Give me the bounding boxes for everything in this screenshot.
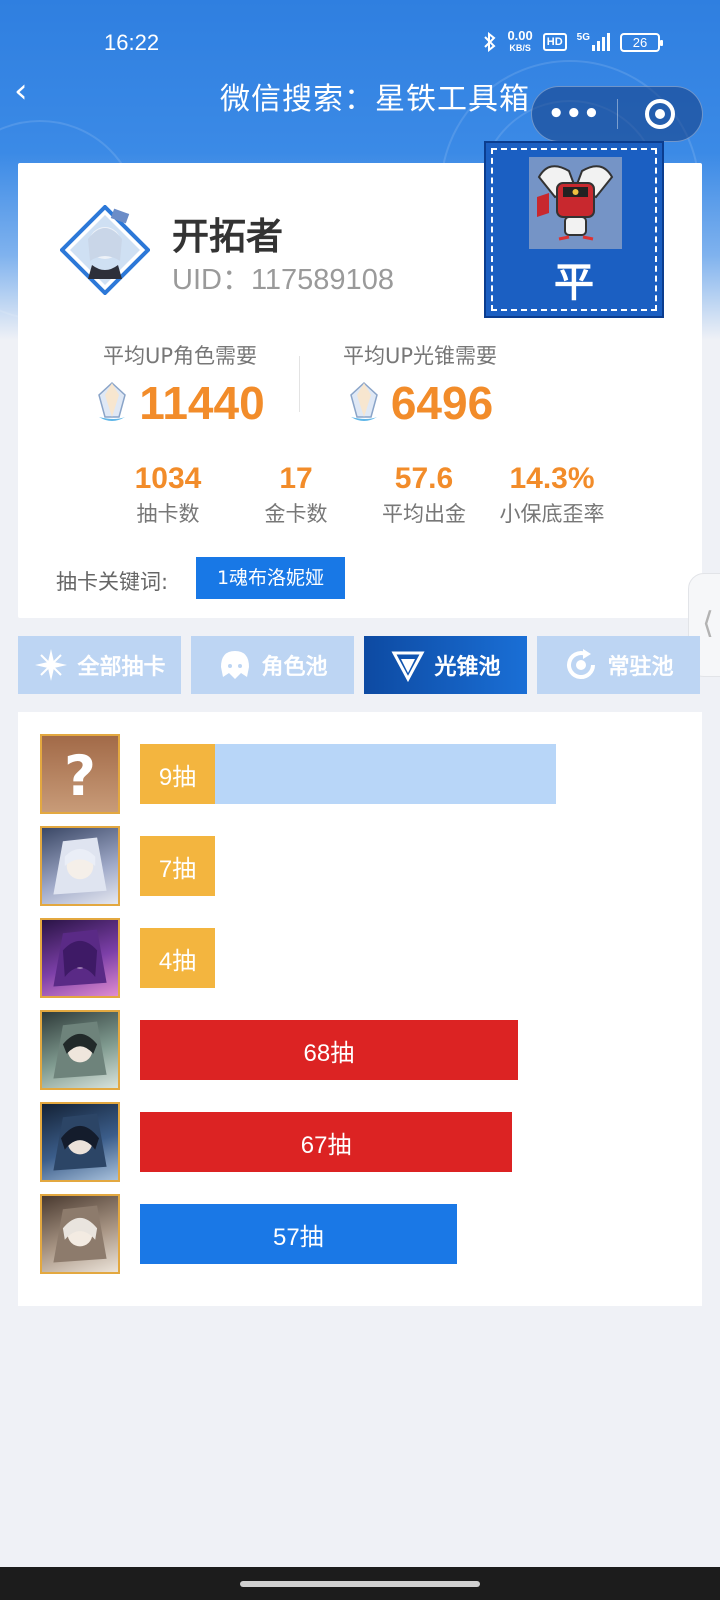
tab-character-pool[interactable]: 角色池 xyxy=(191,636,354,694)
player-uid: UID：117589108 xyxy=(172,264,394,296)
total-pulls-label: 抽卡数 xyxy=(136,502,200,526)
refresh-icon xyxy=(567,649,596,679)
bluetooth-icon xyxy=(484,32,496,52)
pull-count-bar: 7抽 xyxy=(140,836,215,896)
lose-rate-label: 小保底歪率 xyxy=(499,502,605,526)
sticker-caption: 平 xyxy=(554,260,594,306)
light-cone-icon xyxy=(391,651,425,683)
list-item[interactable]: 7抽 xyxy=(40,826,680,906)
avg-up-lightcone-value: 6496 xyxy=(390,377,494,429)
battery-icon: 26 xyxy=(620,32,663,52)
character-portrait-icon xyxy=(40,1010,120,1090)
avg-gold-value: 57.6 xyxy=(394,462,454,495)
status-icons: 0.00 KB/S HD 5G 26 xyxy=(483,28,663,54)
pull-history-list: ? 9抽 7抽 4抽 68抽 67抽 57抽 xyxy=(18,712,702,1306)
close-miniprogram-button[interactable] xyxy=(618,99,703,129)
gold-count-value: 17 xyxy=(279,462,313,495)
tab-standard-pool-label: 常驻池 xyxy=(607,655,674,680)
character-icon xyxy=(221,651,250,679)
gold-count-stat: 17 金卡数 xyxy=(231,462,361,528)
total-pulls-value: 1034 xyxy=(134,462,202,495)
tab-character-pool-label: 角色池 xyxy=(261,655,328,680)
stellar-jade-icon xyxy=(98,381,127,421)
lose-rate-stat: 14.3% 小保底歪率 xyxy=(487,462,617,528)
keyword-tag[interactable]: 1魂布洛妮娅 xyxy=(196,557,345,599)
network-speed: 0.00 KB/S xyxy=(507,28,533,54)
system-nav-bar xyxy=(0,1567,720,1600)
character-portrait-icon xyxy=(40,1194,120,1274)
gold-count-label: 金卡数 xyxy=(264,502,328,526)
avg-gold-label: 平均出金 xyxy=(382,502,466,526)
target-icon xyxy=(644,99,675,129)
status-time: 16:22 xyxy=(104,30,160,55)
total-pulls-stat: 1034 抽卡数 xyxy=(103,462,233,528)
keyword-label: 抽卡关键词: xyxy=(56,570,169,594)
pom-pom-sticker-icon xyxy=(529,157,622,249)
avg-gold-stat: 57.6 平均出金 xyxy=(359,462,489,528)
stat-divider xyxy=(299,356,300,412)
unknown-item-icon: ? xyxy=(40,734,120,814)
hd-badge: HD xyxy=(542,33,567,51)
svg-text:?: ? xyxy=(64,744,96,808)
lose-rate-value: 14.3% xyxy=(509,462,595,495)
miniprogram-capsule: ••• xyxy=(531,86,703,142)
character-portrait-icon xyxy=(40,826,120,906)
list-item[interactable]: 67抽 xyxy=(40,1102,680,1182)
network-speed-unit: KB/S xyxy=(509,43,531,53)
pull-count-bar: 68抽 xyxy=(140,1020,518,1080)
list-item[interactable]: ? 9抽 xyxy=(40,734,680,814)
tab-light-cone-pool-label: 光锥池 xyxy=(434,655,501,680)
list-item[interactable]: 4抽 xyxy=(40,918,680,998)
tab-all-pulls[interactable]: 全部抽卡 xyxy=(18,636,181,694)
pool-tabs: 全部抽卡 角色池 光锥池 常驻池 xyxy=(18,636,702,694)
more-menu-button[interactable]: ••• xyxy=(532,101,617,127)
pull-count-bar: 57抽 xyxy=(140,1204,457,1264)
sparkle-icon xyxy=(35,649,68,681)
sticker-badge[interactable]: 平 xyxy=(484,141,664,318)
tab-light-cone-pool[interactable]: 光锥池 xyxy=(364,636,527,694)
character-portrait-icon xyxy=(40,1102,120,1182)
tab-standard-pool[interactable]: 常驻池 xyxy=(537,636,700,694)
avg-up-character-value: 11440 xyxy=(139,377,265,429)
pull-count-bar: 4抽 xyxy=(140,928,215,988)
avatar[interactable] xyxy=(60,205,150,295)
network-type: 5G xyxy=(576,32,590,43)
list-item[interactable]: 57抽 xyxy=(40,1194,680,1274)
status-bar: 16:22 0.00 KB/S HD 5G 26 xyxy=(0,0,720,80)
stellar-jade-icon xyxy=(349,381,378,421)
home-indicator[interactable] xyxy=(240,1581,480,1587)
tab-all-pulls-label: 全部抽卡 xyxy=(77,655,166,680)
pull-count-bar: 67抽 xyxy=(140,1112,513,1172)
avg-up-lightcone-label: 平均UP光锥需要 xyxy=(342,344,498,368)
avg-up-character-stat: 平均UP角色需要 11440 xyxy=(70,340,290,430)
player-name: 开拓者 xyxy=(172,215,283,258)
avg-up-lightcone-stat: 平均UP光锥需要 6496 xyxy=(320,340,520,430)
list-item[interactable]: 68抽 xyxy=(40,1010,680,1090)
pull-count-bar: 9抽 xyxy=(140,744,215,804)
signal-icon: 5G xyxy=(577,33,610,51)
avg-up-character-label: 平均UP角色需要 xyxy=(102,344,258,368)
network-speed-value: 0.00 xyxy=(507,28,533,43)
character-portrait-icon xyxy=(40,918,120,998)
